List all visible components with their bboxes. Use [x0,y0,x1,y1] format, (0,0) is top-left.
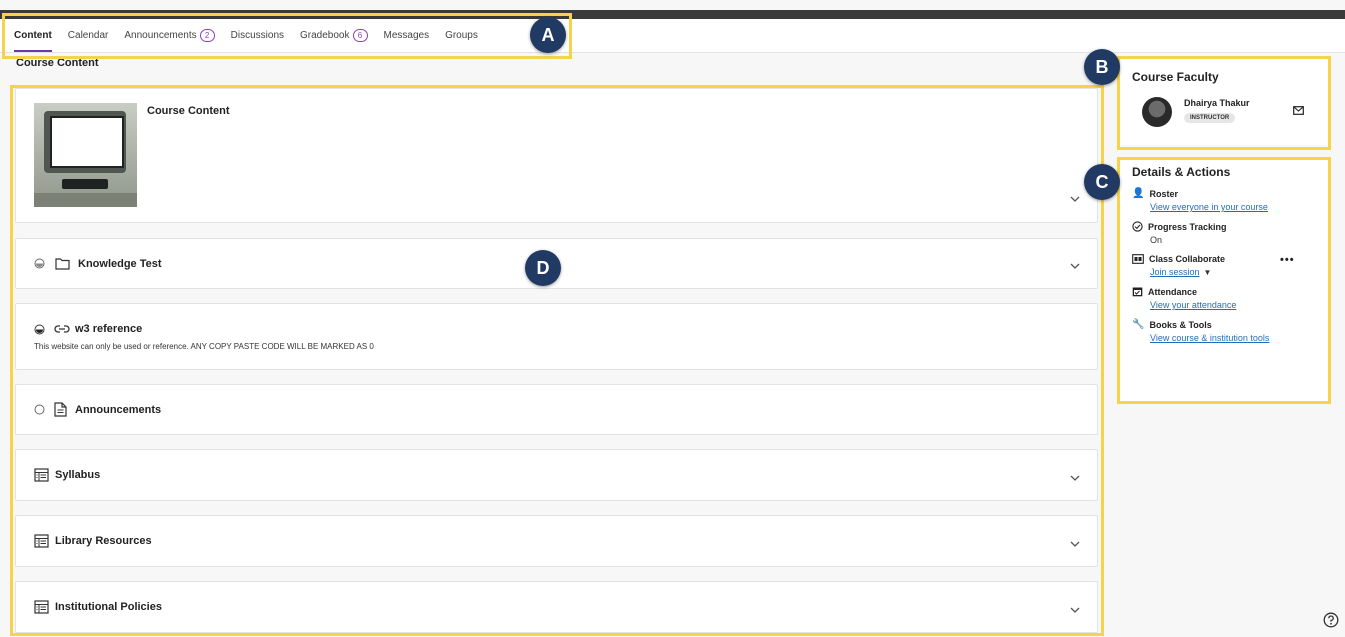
nav-tabs: Content Calendar Announcements 2 Discussi… [14,19,478,52]
marker-b: B [1084,49,1120,85]
count-badge: 2 [199,29,215,42]
item-description: This website can only be used or referen… [34,342,374,351]
tab-label: Groups [445,30,478,41]
attendance-label: Attendance [1148,286,1198,297]
visibility-status-icon [34,258,45,269]
faculty-name[interactable]: Dhairya Thakur [1184,98,1250,108]
collaborate-label: Class Collaborate [1149,254,1226,264]
item-title: Knowledge Test [78,257,162,270]
content-item-course-content[interactable]: Course Content [15,88,1098,223]
item-title: Institutional Policies [55,601,162,613]
collaborate-section: Class Collaborate Join session ▼ ••• [1132,254,1322,277]
collaborate-icon [1132,254,1144,264]
syllabus-icon [34,534,49,548]
progress-label: Progress Tracking [1148,221,1227,232]
marker-d: D [525,250,561,286]
chevron-down-icon[interactable] [1069,604,1081,616]
visibility-status-icon [34,324,45,334]
tab-gradebook[interactable]: Gradebook 6 [300,19,368,52]
more-options-icon[interactable]: ••• [1280,254,1295,266]
item-title: Announcements [75,403,162,416]
item-title: Library Resources [55,535,152,547]
mail-icon[interactable] [1293,106,1304,115]
content-item-institutional-policies[interactable]: Institutional Policies [15,581,1098,633]
faculty-title: Course Faculty [1132,70,1219,84]
check-circle-icon [1132,221,1143,232]
content-item-w3-reference[interactable]: w3 reference This website can only be us… [15,303,1098,370]
books-label: Books & Tools [1149,319,1212,330]
tab-label: Gradebook [300,30,350,41]
content-item-library-resources[interactable]: Library Resources [15,515,1098,567]
roster-icon: 👤 [1132,188,1145,199]
folder-icon [55,258,70,270]
roster-section: 👤 Roster View everyone in your course [1132,188,1322,212]
visibility-status-icon [34,404,45,415]
syllabus-icon [34,600,49,614]
tab-content[interactable]: Content [14,19,52,52]
content-item-syllabus[interactable]: Syllabus [15,449,1098,501]
link-icon [54,325,70,333]
document-icon [54,402,67,417]
chevron-down-icon[interactable] [1069,193,1081,205]
attendance-link[interactable]: View your attendance [1150,300,1236,310]
join-session-link[interactable]: Join session [1150,267,1200,277]
tab-label: Announcements [124,30,197,41]
help-icon[interactable] [1323,612,1339,628]
course-faculty-panel: Course Faculty Dhairya Thakur INSTRUCTOR [1120,57,1329,145]
item-title: Course Content [147,105,230,117]
details-actions-panel: Details & Actions 👤 Roster View everyone … [1120,160,1329,402]
tab-calendar[interactable]: Calendar [68,19,109,52]
progress-section: Progress Tracking On [1132,221,1322,245]
content-item-announcements[interactable]: Announcements [15,384,1098,435]
tab-label: Calendar [67,30,109,41]
progress-value: On [1150,235,1163,245]
syllabus-icon [34,468,49,482]
tab-label: Discussions [230,30,285,41]
avatar [1142,97,1172,127]
course-nav: Content Calendar Announcements 2 Discussi… [0,19,1345,53]
tab-label: Content [14,30,52,41]
chevron-down-icon[interactable] [1069,260,1081,272]
attendance-section: Attendance View your attendance [1132,286,1322,310]
attendance-icon [1132,287,1143,297]
marker-a: A [530,17,566,53]
roster-link[interactable]: View everyone in your course [1150,202,1268,212]
role-badge: INSTRUCTOR [1184,113,1236,123]
tab-announcements[interactable]: Announcements 2 [124,19,215,52]
chevron-down-icon[interactable] [1069,472,1081,484]
books-link[interactable]: View course & institution tools [1150,333,1269,343]
course-thumbnail [34,103,137,207]
tab-discussions[interactable]: Discussions [231,19,284,52]
count-badge: 6 [352,29,368,42]
details-title: Details & Actions [1132,165,1231,179]
roster-label: Roster [1149,188,1178,199]
tab-messages[interactable]: Messages [384,19,430,52]
marker-c: C [1084,164,1120,200]
caret-down-icon[interactable]: ▼ [1204,268,1212,277]
top-bar [0,10,1345,19]
tab-groups[interactable]: Groups [445,19,478,52]
chevron-down-icon[interactable] [1069,538,1081,550]
tab-label: Messages [383,30,430,41]
books-tools-section: 🔧 Books & Tools View course & institution… [1132,319,1322,343]
page-title: Course Content [16,57,99,69]
wrench-icon: 🔧 [1132,319,1145,330]
item-title: Syllabus [55,469,101,481]
item-title: w3 reference [75,323,143,335]
